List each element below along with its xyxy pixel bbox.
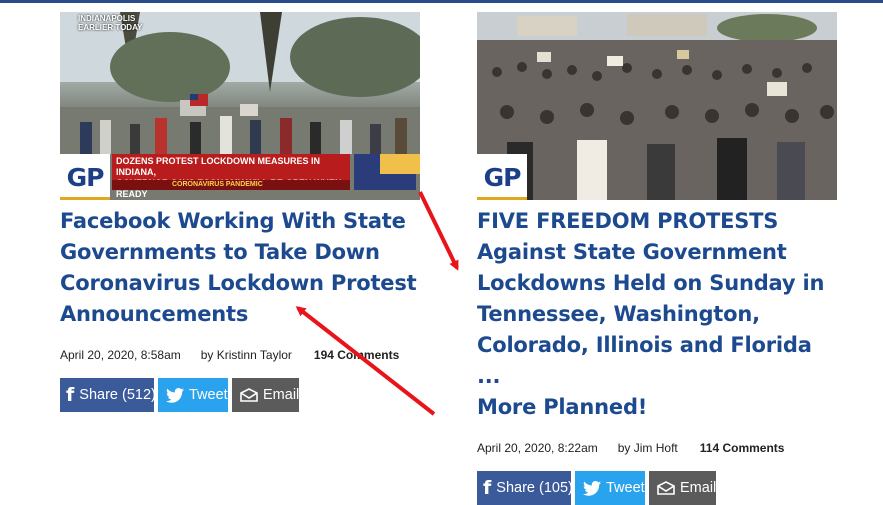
share-buttons: f Share (105) Tweet Email [477, 471, 837, 505]
facebook-share-button[interactable]: f Share (105) [477, 471, 573, 505]
facebook-share-button[interactable]: f Share (512) [60, 378, 156, 412]
envelope-icon [657, 481, 675, 495]
news-banner: DOZENS PROTEST LOCKDOWN MEASURES IN INDI… [112, 154, 420, 199]
comments-count[interactable]: 194 Comments [314, 348, 399, 362]
article-card: INDIANAPOLIS EARLIER TODAY DOZENS PROTES… [60, 12, 420, 412]
article-author[interactable]: by Jim Hoft [618, 441, 678, 455]
share-buttons: f Share (512) Tweet Email [60, 378, 420, 412]
article-meta: April 20, 2020, 8:58am by Kristinn Taylo… [60, 348, 420, 362]
email-share-button[interactable]: Email [649, 471, 716, 505]
facebook-icon: f [483, 476, 492, 499]
article-thumbnail[interactable]: INDIANAPOLIS EARLIER TODAY DOZENS PROTES… [60, 12, 420, 200]
article-card: GP FIVE FREEDOM PROTESTS Against State G… [477, 12, 837, 505]
protest-photo [477, 12, 837, 200]
gp-logo: GP [477, 154, 527, 200]
comments-count[interactable]: 114 Comments [700, 441, 785, 455]
article-title[interactable]: FIVE FREEDOM PROTESTS Against State Gove… [477, 206, 837, 423]
email-share-button[interactable]: Email [232, 378, 299, 412]
article-date: April 20, 2020, 8:58am [60, 348, 181, 362]
tweet-button[interactable]: Tweet [575, 471, 645, 505]
twitter-icon [166, 387, 184, 403]
article-date: April 20, 2020, 8:22am [477, 441, 598, 455]
gp-logo: GP [60, 154, 110, 200]
tweet-button[interactable]: Tweet [158, 378, 228, 412]
twitter-icon [583, 480, 601, 496]
article-author[interactable]: by Kristinn Taylor [201, 348, 292, 362]
article-meta: April 20, 2020, 8:22am by Jim Hoft 114 C… [477, 441, 837, 455]
channel-tag: INDIANAPOLIS EARLIER TODAY [78, 14, 143, 32]
top-border [0, 0, 883, 3]
article-title[interactable]: Facebook Working With State Governments … [60, 206, 420, 330]
annotation-arrow-right [418, 191, 459, 271]
article-thumbnail[interactable]: GP [477, 12, 837, 200]
facebook-icon: f [66, 383, 75, 406]
envelope-icon [240, 388, 258, 402]
